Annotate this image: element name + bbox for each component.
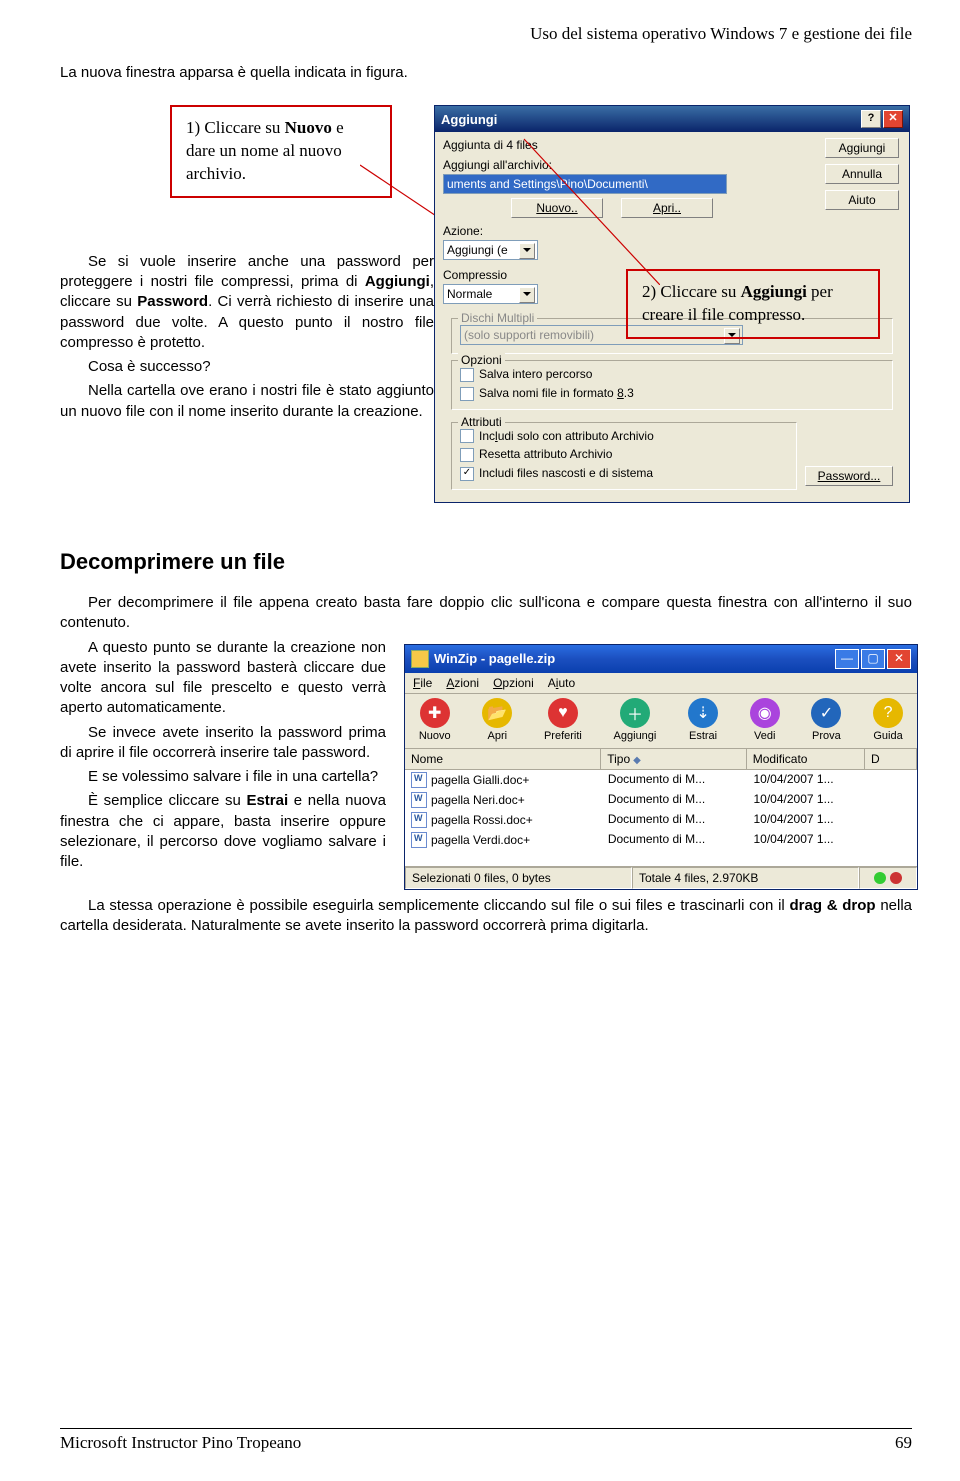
col-nome[interactable]: Nome	[405, 749, 601, 769]
att-archivio[interactable]: Includi solo con attributo Archivio	[460, 429, 788, 444]
word-doc-icon	[411, 832, 427, 848]
tb-label: Preferiti	[544, 730, 582, 742]
att-reset[interactable]: Resetta attributo Archivio	[460, 447, 788, 462]
col-tipo[interactable]: Tipo◆	[601, 749, 747, 769]
tb-label: Guida	[873, 730, 902, 742]
dischi-group-label: Dischi Multipli	[458, 311, 537, 325]
compressione-select[interactable]: Normale	[443, 284, 538, 304]
tb-guida[interactable]: ? Guida	[873, 698, 903, 742]
section-title-decomprimere: Decomprimere un file	[60, 549, 912, 575]
opzioni-group-label: Opzioni	[458, 353, 505, 367]
winzip-window: WinZip - pagelle.zip — ▢ ✕ File Azioni O…	[404, 644, 918, 890]
callout-1: 1) Cliccare su Nuovo e dare un nome al n…	[170, 105, 392, 198]
preferiti-icon: ♥	[548, 698, 578, 728]
tb-label: Prova	[812, 730, 841, 742]
close-icon[interactable]: ✕	[887, 649, 911, 669]
winzip-statusbar: Selezionati 0 files, 0 bytes Totale 4 fi…	[405, 866, 917, 889]
status-left: Selezionati 0 files, 0 bytes	[405, 867, 632, 889]
tb-label: Aggiungi	[614, 730, 657, 742]
tb-label: Estrai	[689, 730, 717, 742]
decomp-left-text: A questo punto se durante la creazione n…	[60, 638, 386, 877]
azione-select[interactable]: Aggiungi (e	[443, 240, 538, 260]
list-item[interactable]: pagella Gialli.doc+Documento di M...10/0…	[405, 770, 917, 790]
decomp-p1: Per decomprimere il file appena creato b…	[60, 593, 912, 634]
tb-label: Vedi	[754, 730, 775, 742]
nuovo-icon: ✚	[420, 698, 450, 728]
help-icon[interactable]: ?	[861, 110, 881, 128]
winzip-file-list[interactable]: pagella Gialli.doc+Documento di M...10/0…	[405, 770, 917, 866]
attributi-group-label: Attributi	[458, 415, 505, 429]
annulla-button[interactable]: Annulla	[825, 164, 899, 184]
att-nascosti[interactable]: ✓Includi files nascosti e di sistema	[460, 466, 788, 481]
footer-page-number: 69	[895, 1433, 912, 1453]
estrai-icon: ⇣	[688, 698, 718, 728]
azione-label: Azione:	[443, 224, 901, 238]
tb-vedi[interactable]: ◉ Vedi	[750, 698, 780, 742]
list-item[interactable]: pagella Neri.doc+Documento di M...10/04/…	[405, 790, 917, 810]
winzip-menu[interactable]: File Azioni Opzioni Aiuto	[405, 673, 917, 694]
led-red-icon	[890, 872, 902, 884]
minimize-icon[interactable]: —	[835, 649, 859, 669]
list-item[interactable]: pagella Verdi.doc+Documento di M...10/04…	[405, 830, 917, 850]
tb-apri[interactable]: 📂 Apri	[482, 698, 512, 742]
tb-label: Apri	[488, 730, 508, 742]
intro-text: La nuova finestra apparsa è quella indic…	[60, 64, 912, 81]
footer-left: Microsoft Instructor Pino Tropeano	[60, 1433, 301, 1453]
nuovo-button[interactable]: Nuovo..	[511, 198, 603, 218]
dialog-titlebar: Aggiungi ? ✕	[435, 106, 909, 132]
winzip-columns[interactable]: Nome Tipo◆ Modificato D	[405, 749, 917, 770]
word-doc-icon	[411, 812, 427, 828]
page-header: Uso del sistema operativo Windows 7 e ge…	[60, 24, 912, 44]
guida-icon: ?	[873, 698, 903, 728]
winzip-titlebar: WinZip - pagelle.zip — ▢ ✕	[405, 645, 917, 673]
winzip-toolbar: ✚ Nuovo 📂 Apri ♥ Preferiti ＋ Aggiungi ⇣ Estrai ◉ Ve…	[405, 694, 917, 749]
sort-icon: ◆	[633, 755, 641, 766]
password-button[interactable]: Password...	[805, 466, 893, 486]
opt-salva-percorso[interactable]: Salva intero percorso	[460, 367, 884, 382]
tb-label: Nuovo	[419, 730, 451, 742]
menu-azioni[interactable]: Azioni	[446, 676, 479, 690]
col-d[interactable]: D	[865, 749, 917, 769]
word-doc-icon	[411, 772, 427, 788]
menu-aiuto[interactable]: Aiuto	[548, 676, 575, 690]
page-footer: Microsoft Instructor Pino Tropeano 69	[60, 1428, 912, 1453]
status-leds	[859, 867, 917, 889]
menu-file[interactable]: File	[413, 676, 432, 690]
prova-icon: ✓	[811, 698, 841, 728]
body-paragraphs: Se si vuole inserire anche una password …	[60, 252, 434, 422]
dialog-title: Aggiungi	[441, 112, 497, 127]
apri-icon: 📂	[482, 698, 512, 728]
led-green-icon	[874, 872, 886, 884]
tb-preferiti[interactable]: ♥ Preferiti	[544, 698, 582, 742]
aggiungi-button[interactable]: Aggiungi	[825, 138, 899, 158]
tb-nuovo[interactable]: ✚ Nuovo	[419, 698, 451, 742]
word-doc-icon	[411, 792, 427, 808]
opt-formato-83[interactable]: Salva nomi file in formato 8.3	[460, 386, 884, 401]
decomp-p6: La stessa operazione è possibile eseguir…	[60, 896, 912, 937]
vedi-icon: ◉	[750, 698, 780, 728]
menu-opzioni[interactable]: Opzioni	[493, 676, 534, 690]
list-item[interactable]: pagella Rossi.doc+Documento di M...10/04…	[405, 810, 917, 830]
callout-2: 2) Cliccare su Aggiungi per creare il fi…	[626, 269, 880, 339]
status-right: Totale 4 files, 2.970KB	[632, 867, 859, 889]
apri-button[interactable]: Apri..	[621, 198, 713, 218]
tb-aggiungi[interactable]: ＋ Aggiungi	[614, 698, 657, 742]
tb-estrai[interactable]: ⇣ Estrai	[688, 698, 718, 742]
winzip-icon	[411, 650, 429, 668]
close-icon[interactable]: ✕	[883, 110, 903, 128]
archive-path-input[interactable]: uments and Settings\Pino\Documenti\	[443, 174, 727, 194]
maximize-icon[interactable]: ▢	[861, 649, 885, 669]
tb-prova[interactable]: ✓ Prova	[811, 698, 841, 742]
aiuto-button[interactable]: Aiuto	[825, 190, 899, 210]
col-modificato[interactable]: Modificato	[747, 749, 865, 769]
aggiungi-icon: ＋	[620, 698, 650, 728]
